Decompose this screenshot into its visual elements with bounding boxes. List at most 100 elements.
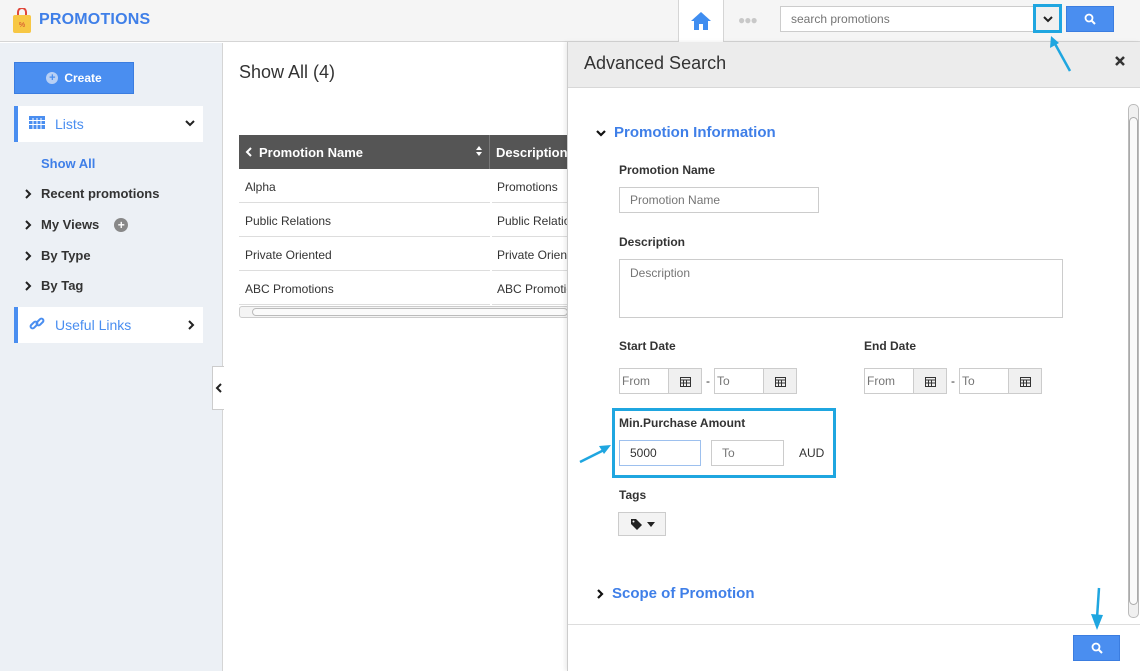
min-purchase-from-input[interactable] <box>619 440 701 466</box>
chevron-down-icon <box>596 129 606 137</box>
currency-label: AUD <box>799 446 825 460</box>
description-label: Description <box>619 235 686 249</box>
sidebar-item-show-all[interactable]: Show All <box>41 156 95 171</box>
sidebar-item-by-tag[interactable]: By Tag <box>24 278 83 293</box>
collapse-sidebar-handle[interactable] <box>212 366 224 410</box>
min-purchase-to-input[interactable] <box>711 440 784 466</box>
cell-description: Public Relations <box>492 203 569 237</box>
column-header-description[interactable]: Description <box>490 135 569 169</box>
advanced-search-panel: Advanced Search Promotion Information Pr… <box>567 42 1140 671</box>
scrollbar-thumb[interactable] <box>252 308 568 316</box>
cell-description: Promotions <box>492 169 569 203</box>
search-button[interactable] <box>1066 6 1114 32</box>
cell-promotion-name: Public Relations <box>239 203 490 237</box>
tags-dropdown[interactable] <box>618 512 666 536</box>
app-title: PROMOTIONS <box>39 11 151 28</box>
calendar-button[interactable] <box>669 368 702 394</box>
tag-icon <box>630 519 642 530</box>
chevron-right-icon <box>25 250 32 261</box>
promotion-name-label: Promotion Name <box>619 163 716 177</box>
chevron-right-icon <box>25 219 32 230</box>
calendar-icon <box>924 376 936 387</box>
sort-icon[interactable] <box>475 145 483 157</box>
link-icon <box>29 317 45 330</box>
add-view-icon[interactable]: + <box>114 217 129 232</box>
table-row[interactable]: Private Oriented Private Oriented <box>239 237 569 271</box>
sidebar-item-recent-promotions[interactable]: Recent promotions <box>24 186 159 201</box>
start-date-label: Start Date <box>619 339 676 353</box>
calendar-button[interactable] <box>764 368 797 394</box>
min-purchase-label: Min.Purchase Amount <box>619 416 746 430</box>
plus-icon: + <box>46 72 59 84</box>
cell-promotion-name: Alpha <box>239 169 490 203</box>
chevron-left-icon <box>215 383 222 393</box>
start-date-from-input[interactable] <box>619 368 669 394</box>
cell-description: Private Oriented <box>492 237 569 271</box>
end-date-to-input[interactable] <box>959 368 1009 394</box>
tags-label: Tags <box>619 488 647 502</box>
table-row[interactable]: ABC Promotions ABC Promotions <box>239 271 569 305</box>
sidebar-item-by-type[interactable]: By Type <box>24 248 91 263</box>
end-date-from-input[interactable] <box>864 368 914 394</box>
advanced-search-title: Advanced Search <box>584 53 727 73</box>
search-icon <box>1084 13 1096 25</box>
cell-promotion-name: Private Oriented <box>239 237 490 271</box>
vertical-scrollbar[interactable] <box>1128 104 1139 618</box>
advanced-search-submit-button[interactable] <box>1073 635 1120 661</box>
grid-list-icon <box>29 116 45 129</box>
calendar-button[interactable] <box>914 368 947 394</box>
cell-description: ABC Promotions <box>492 271 569 305</box>
close-icon[interactable] <box>1114 55 1126 67</box>
search-input[interactable] <box>780 6 1056 32</box>
advanced-search-footer <box>568 624 1140 671</box>
search-options-dropdown[interactable] <box>1033 4 1062 33</box>
promotions-table: Promotion Name Description Alpha Promoti… <box>239 135 569 318</box>
sidebar-item-my-views[interactable]: My Views + <box>24 217 129 232</box>
section-promotion-information[interactable]: Promotion Information <box>596 124 776 141</box>
section-title: Promotion Information <box>614 124 776 141</box>
column-label: Promotion Name <box>259 144 364 160</box>
useful-links-label: Useful Links <box>55 317 132 333</box>
home-icon <box>691 12 711 30</box>
calendar-icon <box>1019 376 1031 387</box>
sidebar-item-label: Recent promotions <box>41 186 160 201</box>
home-button[interactable] <box>678 0 724 42</box>
ellipsis-icon[interactable]: ●●● <box>738 13 758 27</box>
promotion-name-input[interactable] <box>619 187 819 213</box>
chevron-left-icon <box>245 147 252 157</box>
sidebar-item-label: My Views <box>41 217 100 232</box>
chevron-down-icon <box>1042 15 1053 22</box>
sidebar-item-label: By Type <box>41 248 91 263</box>
advanced-search-header: Advanced Search <box>568 42 1140 88</box>
create-button[interactable]: + Create <box>14 62 134 94</box>
chevron-right-icon <box>25 280 32 291</box>
chevron-right-icon <box>597 588 604 599</box>
caret-down-icon <box>646 521 655 527</box>
column-label: Description <box>496 144 568 160</box>
table-row[interactable]: Alpha Promotions <box>239 169 569 203</box>
start-date-to-input[interactable] <box>714 368 764 394</box>
description-input[interactable] <box>619 259 1063 318</box>
sidebar-item-label: Show All <box>41 156 96 171</box>
calendar-button[interactable] <box>1009 368 1042 394</box>
horizontal-scrollbar[interactable] <box>239 306 569 318</box>
lists-label: Lists <box>55 116 84 132</box>
useful-links-panel[interactable]: Useful Links <box>14 307 203 343</box>
chevron-down-icon <box>185 120 195 127</box>
table-row[interactable]: Public Relations Public Relations <box>239 203 569 237</box>
scrollbar-thumb[interactable] <box>1129 117 1138 605</box>
lists-panel[interactable]: Lists <box>14 106 203 142</box>
start-date-range: - <box>619 368 797 394</box>
section-scope-of-promotion[interactable]: Scope of Promotion <box>596 585 755 602</box>
table-header: Promotion Name Description <box>239 135 569 169</box>
sidebar: + Create Lists Show All Recent promotion… <box>0 43 223 671</box>
search-icon <box>1091 642 1103 654</box>
section-title: Scope of Promotion <box>612 585 755 602</box>
sidebar-item-label: By Tag <box>41 278 84 293</box>
column-header-promotion-name[interactable]: Promotion Name <box>239 135 490 169</box>
chevron-right-icon <box>25 188 32 199</box>
date-separator: - <box>951 374 955 388</box>
end-date-range: - <box>864 368 1042 394</box>
date-separator: - <box>706 374 710 388</box>
svg-text:%: % <box>19 22 25 29</box>
